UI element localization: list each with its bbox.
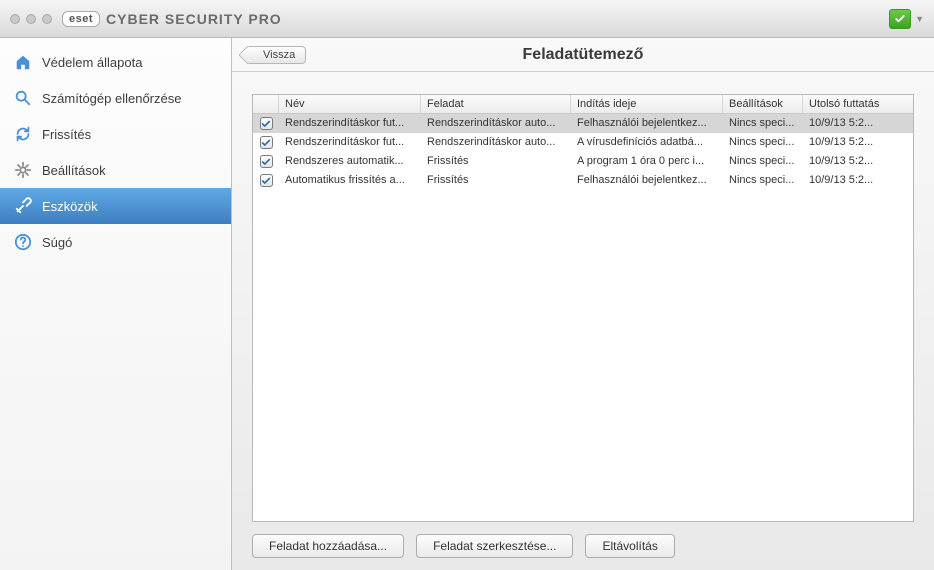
row-checkbox[interactable]: [260, 136, 273, 149]
row-last-run: 10/9/13 5:2...: [803, 114, 913, 133]
sidebar-item-label: Védelem állapota: [42, 55, 142, 70]
sidebar-item-label: Beállítások: [42, 163, 106, 178]
remove-task-button[interactable]: Eltávolítás: [585, 534, 674, 558]
titlebar: eset CYBER SECURITY PRO ▼: [0, 0, 934, 38]
row-settings: Nincs speci...: [723, 133, 803, 152]
add-task-button[interactable]: Feladat hozzáadása...: [252, 534, 404, 558]
search-icon: [14, 89, 32, 107]
row-start: Felhasználói bejelentkez...: [571, 171, 723, 190]
sidebar-item-computer-scan[interactable]: Számítógép ellenőrzése: [0, 80, 231, 116]
back-button[interactable]: Vissza: [246, 46, 306, 64]
table-row[interactable]: Automatikus frissítés a...FrissítésFelha…: [253, 171, 913, 190]
table-row[interactable]: Rendszerindításkor fut...Rendszerindítás…: [253, 133, 913, 152]
chevron-down-icon[interactable]: ▼: [915, 14, 924, 24]
sidebar-item-settings[interactable]: Beállítások: [0, 152, 231, 188]
home-icon: [14, 53, 32, 71]
sidebar-item-label: Számítógép ellenőrzése: [42, 91, 181, 106]
col-header-settings[interactable]: Beállítások: [723, 95, 803, 113]
main-header: Vissza Feladatütemező: [232, 38, 934, 72]
row-checkbox-cell[interactable]: [253, 171, 279, 190]
content-area: Név Feladat Indítás ideje Beállítások Ut…: [232, 72, 934, 570]
row-name: Rendszerindításkor fut...: [279, 133, 421, 152]
back-button-label: Vissza: [263, 49, 295, 61]
zoom-dot[interactable]: [42, 14, 52, 24]
row-last-run: 10/9/13 5:2...: [803, 152, 913, 171]
footer-buttons: Feladat hozzáadása... Feladat szerkeszté…: [252, 522, 914, 558]
protection-status-indicator[interactable]: [889, 9, 911, 29]
row-start: A vírusdefiníciós adatbá...: [571, 133, 723, 152]
sidebar-item-help[interactable]: Súgó: [0, 224, 231, 260]
sidebar-item-update[interactable]: Frissítés: [0, 116, 231, 152]
table-row[interactable]: Rendszerindításkor fut...Rendszerindítás…: [253, 114, 913, 133]
col-header-name[interactable]: Név: [279, 95, 421, 113]
col-header-start[interactable]: Indítás ideje: [571, 95, 723, 113]
row-task: Rendszerindításkor auto...: [421, 114, 571, 133]
sidebar-item-label: Súgó: [42, 235, 72, 250]
close-dot[interactable]: [10, 14, 20, 24]
sidebar-item-tools[interactable]: Eszközök: [0, 188, 231, 224]
row-checkbox-cell[interactable]: [253, 114, 279, 133]
minimize-dot[interactable]: [26, 14, 36, 24]
row-checkbox[interactable]: [260, 174, 273, 187]
row-settings: Nincs speci...: [723, 114, 803, 133]
col-header-checkbox[interactable]: [253, 95, 279, 113]
row-last-run: 10/9/13 5:2...: [803, 171, 913, 190]
sidebar-item-protection-status[interactable]: Védelem állapota: [0, 44, 231, 80]
sidebar-item-label: Frissítés: [42, 127, 91, 142]
row-name: Rendszerindításkor fut...: [279, 114, 421, 133]
row-task: Rendszerindításkor auto...: [421, 133, 571, 152]
row-start: Felhasználói bejelentkez...: [571, 114, 723, 133]
row-name: Rendszeres automatik...: [279, 152, 421, 171]
row-task: Frissítés: [421, 171, 571, 190]
row-checkbox[interactable]: [260, 117, 273, 130]
refresh-icon: [14, 125, 32, 143]
row-task: Frissítés: [421, 152, 571, 171]
row-checkbox[interactable]: [260, 155, 273, 168]
scheduler-table: Név Feladat Indítás ideje Beállítások Ut…: [252, 94, 914, 522]
row-settings: Nincs speci...: [723, 171, 803, 190]
row-checkbox-cell[interactable]: [253, 133, 279, 152]
col-header-last-run[interactable]: Utolsó futtatás: [803, 95, 913, 113]
brand-badge: eset: [62, 11, 100, 27]
table-row[interactable]: Rendszeres automatik...FrissítésA progra…: [253, 152, 913, 171]
row-name: Automatikus frissítés a...: [279, 171, 421, 190]
edit-task-button[interactable]: Feladat szerkesztése...: [416, 534, 573, 558]
brand-title: CYBER SECURITY PRO: [106, 11, 282, 27]
table-header: Név Feladat Indítás ideje Beállítások Ut…: [253, 95, 913, 114]
table-body: Rendszerindításkor fut...Rendszerindítás…: [253, 114, 913, 521]
sidebar-item-label: Eszközök: [42, 199, 98, 214]
check-icon: [894, 13, 906, 25]
row-checkbox-cell[interactable]: [253, 152, 279, 171]
window-controls: [10, 14, 52, 24]
gear-icon: [14, 161, 32, 179]
row-settings: Nincs speci...: [723, 152, 803, 171]
main-panel: Vissza Feladatütemező Név Feladat Indítá…: [232, 38, 934, 570]
col-header-task[interactable]: Feladat: [421, 95, 571, 113]
help-icon: [14, 233, 32, 251]
sidebar: Védelem állapota Számítógép ellenőrzése …: [0, 38, 232, 570]
row-start: A program 1 óra 0 perc i...: [571, 152, 723, 171]
tools-icon: [14, 197, 32, 215]
row-last-run: 10/9/13 5:2...: [803, 133, 913, 152]
page-title: Feladatütemező: [232, 46, 934, 64]
